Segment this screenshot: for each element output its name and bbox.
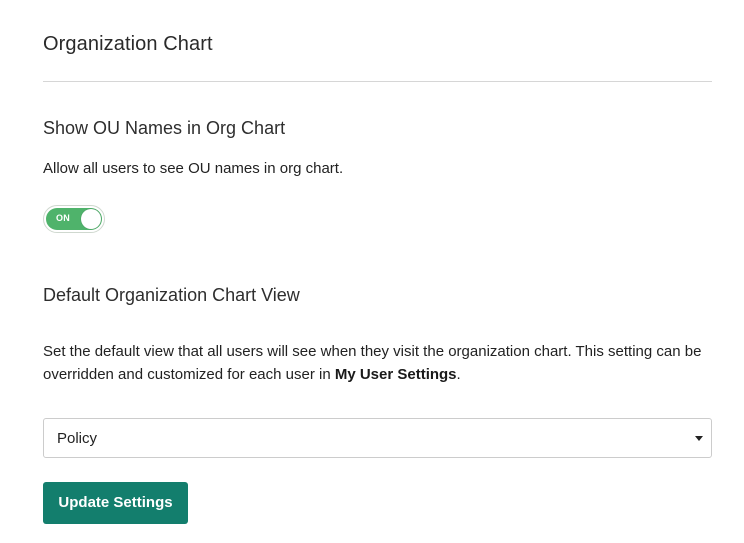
chevron-down-icon (695, 436, 703, 441)
toggle-label: ON (56, 213, 71, 223)
section-description-default-view: Set the default view that all users will… (43, 340, 715, 386)
toggle-track: ON (46, 208, 102, 230)
divider (43, 81, 712, 82)
section-title-default-view: Default Organization Chart View (43, 285, 300, 305)
section-description-show-ou-names: Allow all users to see OU names in org c… (43, 160, 344, 177)
update-settings-button[interactable]: Update Settings (43, 482, 188, 524)
show-ou-names-toggle[interactable]: ON (43, 205, 105, 233)
description-end: . (456, 366, 461, 383)
section-title-show-ou-names: Show OU Names in Org Chart (43, 118, 286, 138)
page-title: Organization Chart (43, 33, 213, 55)
my-user-settings-text: My User Settings (334, 366, 457, 383)
default-view-select[interactable]: Policy (43, 418, 712, 458)
toggle-knob (81, 209, 101, 229)
select-value: Policy (57, 430, 98, 447)
